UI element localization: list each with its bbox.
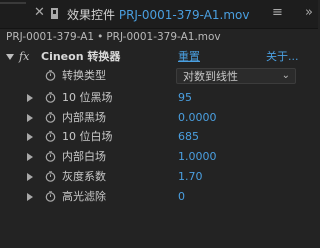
expand-triangle-icon[interactable] xyxy=(27,153,33,161)
panel-tab-bar: ✕ 效果控件 PRJ-0001-379-A1.mov ≡ » xyxy=(0,0,318,29)
stopwatch-icon[interactable] xyxy=(45,112,56,123)
stopwatch-icon[interactable] xyxy=(45,92,56,103)
gamma-value[interactable]: 1.70 xyxy=(178,168,203,186)
param-label: 内部白场 xyxy=(62,150,106,163)
param-label: 转换类型 xyxy=(62,69,106,82)
dropdown-selected-value: 对数到线性 xyxy=(183,70,238,83)
breadcrumb-source[interactable]: PRJ-0001-379-A1 xyxy=(6,31,94,43)
reset-link[interactable]: 重置 xyxy=(178,48,200,66)
lock-icon[interactable] xyxy=(51,8,58,19)
close-icon[interactable]: ✕ xyxy=(34,5,45,20)
stopwatch-icon[interactable] xyxy=(45,151,56,162)
tab-clip-name: PRJ-0001-379-A1.mov xyxy=(118,8,250,22)
internal-white-value[interactable]: 1.0000 xyxy=(178,148,217,166)
param-row-black-10bit: 10 位黑场 95 xyxy=(0,89,318,107)
expand-triangle-icon[interactable] xyxy=(27,193,33,201)
param-label: 灰度系数 xyxy=(62,170,106,183)
param-row-internal-black: 内部黑场 0.0000 xyxy=(0,109,318,127)
effect-name: Cineon 转换器 xyxy=(41,50,121,63)
breadcrumb: PRJ-0001-379-A1 • PRJ-0001-379-A1.mov xyxy=(0,29,320,45)
param-row-gamma: 灰度系数 1.70 xyxy=(0,168,318,186)
effect-header: fx Cineon 转换器 重置 关于... xyxy=(0,48,318,66)
param-label: 10 位白场 xyxy=(62,130,113,143)
fx-toggle[interactable]: fx xyxy=(19,48,29,66)
overflow-icon[interactable]: » xyxy=(305,5,313,20)
expand-triangle-icon[interactable] xyxy=(27,114,33,122)
white-10bit-value[interactable]: 685 xyxy=(178,128,199,146)
chevron-down-icon: ⌄ xyxy=(281,70,290,81)
expand-triangle-icon[interactable] xyxy=(27,133,33,141)
param-row-white-10bit: 10 位白场 685 xyxy=(0,128,318,146)
about-link[interactable]: 关于... xyxy=(266,48,299,66)
stopwatch-icon[interactable] xyxy=(45,191,56,202)
param-row-conversion-type: 转换类型 对数到线性 ⌄ xyxy=(0,67,318,85)
breadcrumb-clip[interactable]: PRJ-0001-379-A1.mov xyxy=(106,31,220,43)
param-label: 高光滤除 xyxy=(62,190,106,203)
param-row-internal-white: 内部白场 1.0000 xyxy=(0,148,318,166)
stopwatch-icon[interactable] xyxy=(45,131,56,142)
expand-triangle-icon[interactable] xyxy=(27,173,33,181)
tab-effect-controls[interactable]: 效果控件 PRJ-0001-379-A1.mov xyxy=(67,6,250,23)
param-label: 10 位黑场 xyxy=(62,91,113,104)
panel-menu-icon[interactable]: ≡ xyxy=(272,5,283,20)
highlight-rolloff-value[interactable]: 0 xyxy=(178,188,185,206)
expand-triangle-icon[interactable] xyxy=(27,94,33,102)
conversion-type-dropdown[interactable]: 对数到线性 ⌄ xyxy=(176,68,296,84)
stopwatch-icon[interactable] xyxy=(45,70,56,81)
expand-triangle-icon[interactable] xyxy=(6,54,14,60)
internal-black-value[interactable]: 0.0000 xyxy=(178,109,217,127)
stopwatch-icon[interactable] xyxy=(45,171,56,182)
black-10bit-value[interactable]: 95 xyxy=(178,89,192,107)
tab-indicator xyxy=(0,2,26,4)
param-row-highlight-rolloff: 高光滤除 0 xyxy=(0,188,318,206)
tab-title-label: 效果控件 xyxy=(67,8,116,22)
param-label: 内部黑场 xyxy=(62,111,106,124)
breadcrumb-separator: • xyxy=(97,31,104,43)
